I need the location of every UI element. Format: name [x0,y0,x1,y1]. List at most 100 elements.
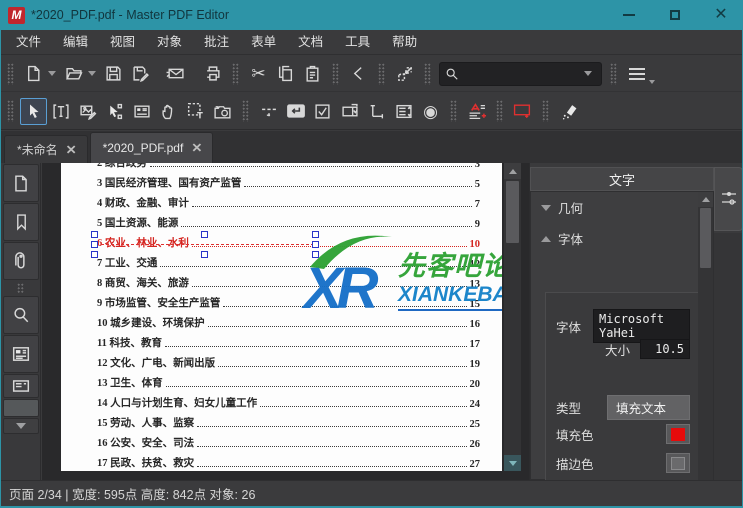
panel-scroll-up-button[interactable] [698,192,713,207]
search-box[interactable] [439,62,602,86]
toolbar-grip[interactable] [424,63,431,85]
toc-row[interactable]: 13 卫生、体育 20 [97,373,480,393]
document-tab[interactable]: *未命名 ✕ [4,135,88,163]
toc-row[interactable]: 6 农业、林业、水利 10 [97,233,480,253]
menu-item[interactable]: 文件 [5,30,52,55]
text-field-tool-button[interactable] [255,98,282,125]
maximize-button[interactable] [652,0,698,30]
new-document-dropdown[interactable] [48,71,56,76]
font-section-header[interactable]: 字体 [531,223,713,254]
toc-row[interactable]: 16 公安、安全、司法 26 [97,433,480,453]
toc-row[interactable]: 11 科技、教育 17 [97,333,480,353]
menu-item[interactable]: 工具 [334,30,381,55]
back-button[interactable] [345,60,372,87]
pdf-page[interactable]: 2 综合政务 3 3 国民经济管理、国有资产监管 5 4 财政、金融、审计 [61,163,502,471]
sidebar-grip[interactable] [17,283,24,293]
scroll-up-button[interactable] [504,163,521,179]
sidebar-more-button[interactable] [3,399,39,417]
fill-color-swatch[interactable] [666,424,690,444]
sidebar-scroll-down-button[interactable] [3,418,39,434]
edit-image-tool-button[interactable] [74,98,101,125]
toolbar-grip[interactable] [232,63,239,85]
save-button[interactable] [100,60,127,87]
toolbar-grip[interactable] [450,100,457,122]
edit-path-tool-button[interactable] [101,98,128,125]
thumbnails-panel-button[interactable] [3,164,39,202]
search-dropdown[interactable] [584,71,592,76]
document-tab[interactable]: *2020_PDF.pdf ✕ [90,132,214,163]
bookmarks-panel-button[interactable] [3,203,39,241]
hand-tool-button[interactable] [155,98,182,125]
fit-page-button[interactable] [391,60,418,87]
toolbar-grip[interactable] [610,63,617,85]
toc-row[interactable]: 7 工业、交通 12 [97,253,480,273]
cut-button[interactable]: ✂ [245,60,272,87]
copy-button[interactable] [272,60,299,87]
panel-scrollbar[interactable] [698,192,713,480]
font-name-input[interactable]: Microsoft YaHei [593,309,690,343]
type-dropdown[interactable]: 填充文本 [607,395,690,420]
panel-scrollbar-thumb[interactable] [700,208,711,268]
geometry-section-header[interactable]: 几何 [531,192,713,223]
scroll-down-button[interactable] [504,455,521,471]
button-field-tool-button[interactable] [282,98,309,125]
toc-row[interactable]: 8 商贸、海关、旅游 13 [97,273,480,293]
font-size-input[interactable]: 10.5 [640,339,690,359]
toc-row[interactable]: 3 国民经济管理、国有资产监管 5 [97,173,480,193]
scrollbar-thumb[interactable] [506,181,519,243]
search-panel-button[interactable] [3,296,39,334]
eraser-tool-button[interactable] [555,98,582,125]
menu-item[interactable]: 文档 [287,30,334,55]
toc-row[interactable]: 5 国土资源、能源 9 [97,213,480,233]
main-menu-button[interactable] [623,60,650,87]
toc-row[interactable]: 12 文化、广电、新闻出版 19 [97,353,480,373]
paste-button[interactable] [299,60,326,87]
toolbar-grip[interactable] [7,63,14,85]
save-as-button[interactable] [127,60,154,87]
toc-row[interactable]: 10 城乡建设、环境保护 16 [97,313,480,333]
toc-row[interactable]: 4 财政、金融、审计 7 [97,193,480,213]
checkbox-field-tool-button[interactable] [309,98,336,125]
new-document-button[interactable] [20,60,47,87]
rectangle-annotation-tool-button[interactable] [509,98,536,125]
toc-row[interactable]: 2 综合政务 3 [97,163,480,173]
tab-close-icon[interactable]: ✕ [191,140,202,155]
menu-item[interactable]: 表单 [240,30,287,55]
menu-item[interactable]: 帮助 [381,30,428,55]
menu-item[interactable]: 编辑 [52,30,99,55]
menu-item[interactable]: 批注 [193,30,240,55]
select-tool-button[interactable] [20,98,47,125]
edit-forms-tool-button[interactable] [128,98,155,125]
radio-field-tool-button[interactable]: ◉ [417,98,444,125]
form-fields-panel-button[interactable] [3,335,39,373]
search-input[interactable] [459,67,583,81]
combobox-field-tool-button[interactable] [336,98,363,125]
toolbar-grip[interactable] [378,63,385,85]
listbox-field-tool-button[interactable] [390,98,417,125]
toolbar-grip[interactable] [542,100,549,122]
open-dropdown[interactable] [88,71,96,76]
close-button[interactable]: ✕ [698,0,743,30]
select-region-tool-button[interactable] [182,98,209,125]
menu-item[interactable]: 对象 [146,30,193,55]
print-button[interactable] [199,60,226,87]
layers-panel-button[interactable] [3,374,39,398]
open-button[interactable] [60,60,87,87]
measure-tool-button[interactable] [363,98,390,125]
toc-row[interactable]: 14 人口与计划生育、妇女儿童工作 24 [97,393,480,413]
toolbar-grip[interactable] [332,63,339,85]
stroke-color-swatch[interactable] [666,453,690,473]
menu-item[interactable]: 视图 [99,30,146,55]
toc-row[interactable]: 9 市场监管、安全生产监管 15 [97,293,480,313]
minimize-button[interactable] [606,0,652,30]
document-scrollbar[interactable] [504,163,521,471]
screenshot-tool-button[interactable] [209,98,236,125]
toc-row[interactable]: 17 民政、扶贫、救灾 27 [97,453,480,471]
properties-tab[interactable] [714,167,743,231]
toolbar-grip[interactable] [242,100,249,122]
email-button[interactable] [162,60,189,87]
text-annotation-tool-button[interactable] [463,98,490,125]
tab-close-icon[interactable]: ✕ [66,142,77,157]
toc-row[interactable]: 15 劳动、人事、监察 25 [97,413,480,433]
toolbar-grip[interactable] [7,100,14,122]
